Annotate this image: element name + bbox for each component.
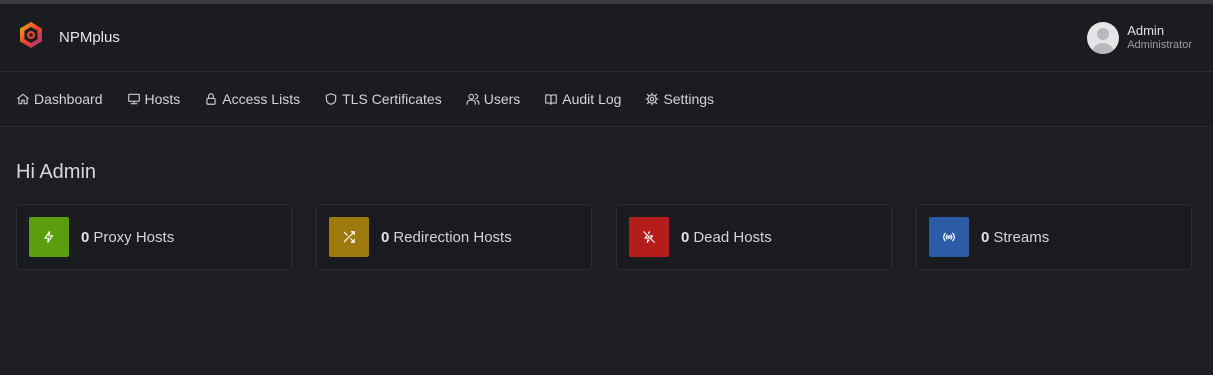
- npmplus-logo-icon: [16, 20, 46, 55]
- card-text: 0 Streams: [981, 229, 1049, 246]
- book-icon: [545, 94, 558, 105]
- brand[interactable]: NPMplus: [16, 20, 120, 55]
- card-count: 0: [681, 228, 690, 246]
- card-label: Dead Hosts: [693, 228, 772, 246]
- nav-audit-log-label: Audit Log: [562, 91, 622, 107]
- avatar[interactable]: [1087, 21, 1120, 54]
- shield-icon: [325, 93, 337, 105]
- page-title: Hi Admin: [16, 161, 97, 183]
- broadcast-icon: [943, 232, 955, 242]
- nav-audit-log[interactable]: Audit Log: [544, 91, 621, 107]
- nav-hosts[interactable]: Hosts: [127, 91, 181, 107]
- user-menu[interactable]: Admin Administrator: [1087, 21, 1192, 54]
- nav-dashboard-label: Dashboard: [34, 91, 103, 107]
- nav-access-lists[interactable]: Access Lists: [204, 91, 300, 107]
- dashboard-content: Hi Admin 0 Proxy Hosts 0 Redirection Hosts…: [0, 127, 1213, 270]
- app-name: NPMplus: [59, 29, 120, 46]
- user-name: Admin: [1127, 23, 1165, 39]
- nav-access-lists-label: Access Lists: [222, 91, 301, 107]
- nav-tls-certificates[interactable]: TLS Certificates: [324, 91, 442, 107]
- main-nav: Dashboard Hosts Access Lists TLS Certifi…: [0, 72, 1213, 127]
- nav-settings[interactable]: Settings: [645, 91, 714, 107]
- shuffle-icon: [343, 231, 355, 243]
- gear-icon: [646, 92, 659, 106]
- card-text: 0 Redirection Hosts: [381, 229, 512, 246]
- card-dead-hosts[interactable]: 0 Dead Hosts: [616, 204, 892, 270]
- user-role: Administrator: [1127, 38, 1192, 51]
- card-icon-box: [929, 217, 969, 257]
- card-label: Proxy Hosts: [93, 228, 175, 246]
- card-redirection-hosts[interactable]: 0 Redirection Hosts: [316, 204, 592, 270]
- nav-dashboard[interactable]: Dashboard: [16, 91, 103, 107]
- bolt-off-icon: [643, 231, 655, 243]
- card-label: Streams: [993, 228, 1050, 246]
- nav-hosts-label: Hosts: [144, 91, 181, 107]
- users-icon: [466, 93, 480, 105]
- card-icon-box: [629, 217, 669, 257]
- card-icon-box: [29, 217, 69, 257]
- nav-settings-label: Settings: [663, 91, 715, 107]
- bolt-icon: [44, 231, 54, 243]
- nav-tls-certificates-label: TLS Certificates: [342, 91, 442, 107]
- nav-users[interactable]: Users: [466, 91, 521, 107]
- app-header: NPMplus Admin Administrator: [0, 4, 1213, 72]
- stats-cards: 0 Proxy Hosts 0 Redirection Hosts 0 Dead Ho…: [16, 204, 1197, 270]
- home-icon: [17, 93, 29, 105]
- nav-users-label: Users: [483, 91, 521, 107]
- card-streams[interactable]: 0 Streams: [916, 204, 1192, 270]
- card-text: 0 Proxy Hosts: [81, 229, 174, 246]
- card-text: 0 Dead Hosts: [681, 229, 772, 246]
- card-proxy-hosts[interactable]: 0 Proxy Hosts: [16, 204, 292, 270]
- lock-icon: [206, 93, 216, 105]
- card-count: 0: [981, 228, 990, 246]
- card-count: 0: [81, 228, 90, 246]
- card-label: Redirection Hosts: [393, 228, 512, 246]
- monitor-icon: [127, 93, 140, 105]
- card-count: 0: [381, 228, 390, 246]
- card-icon-box: [329, 217, 369, 257]
